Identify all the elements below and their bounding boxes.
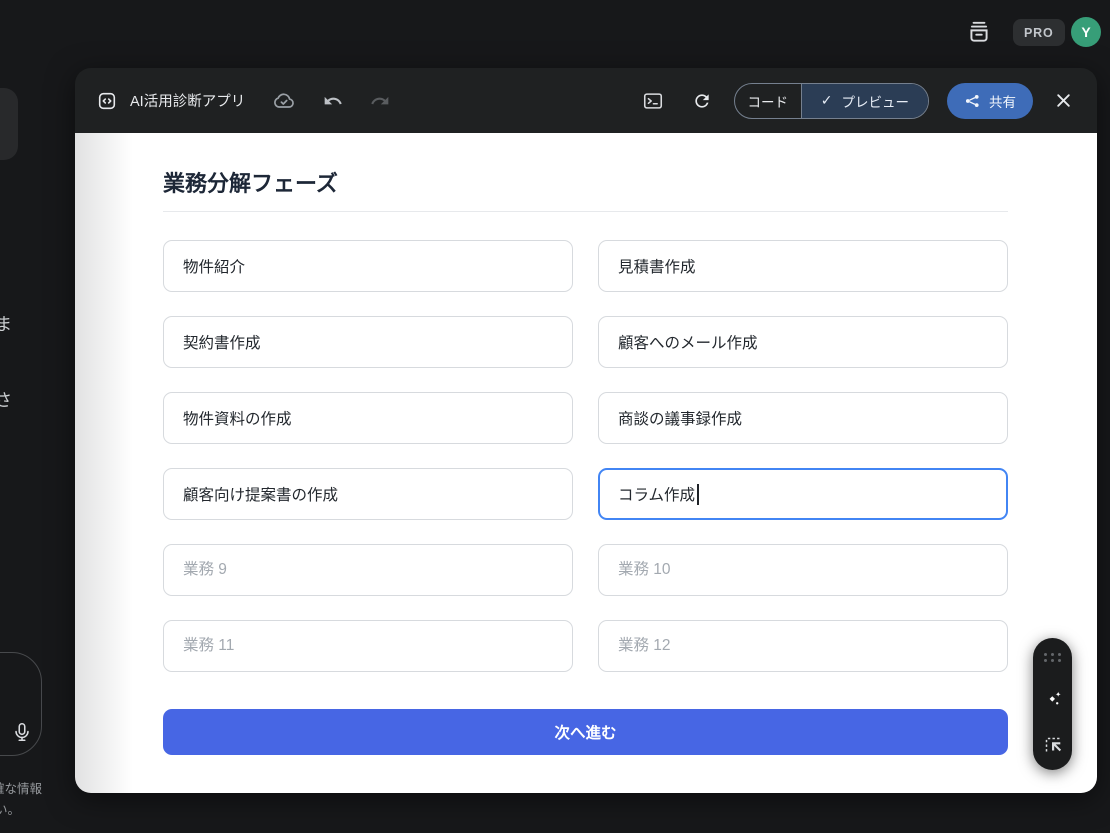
- task-fields-grid: コラム作成: [163, 240, 1008, 672]
- task-input-5[interactable]: [163, 392, 573, 444]
- share-nodes-icon: [965, 94, 979, 107]
- check-icon: ✓: [820, 92, 833, 108]
- undo-icon[interactable]: [323, 91, 343, 111]
- drag-handle-icon[interactable]: [1043, 653, 1062, 662]
- task-input-2[interactable]: [598, 240, 1008, 292]
- archive-icon[interactable]: [962, 15, 996, 49]
- select-element-icon[interactable]: [1043, 735, 1063, 755]
- canvas-panel: AI活用診断アプリ コード ✓ プレビュー 共有 業務分解フェーズ 物件紹介 見…: [75, 68, 1097, 793]
- task-input-9[interactable]: [163, 544, 573, 596]
- cloud-done-icon[interactable]: [272, 89, 296, 113]
- app-window: ま さ 確な情報 い。 PRO Y: [0, 0, 1110, 833]
- task-input-7[interactable]: [163, 468, 573, 520]
- task-input-10[interactable]: [598, 544, 1008, 596]
- share-button-label: 共有: [989, 94, 1016, 110]
- task-input-11[interactable]: [163, 620, 573, 672]
- close-icon[interactable]: [1049, 87, 1077, 115]
- console-icon[interactable]: [642, 90, 664, 112]
- chat-text-fragment: ま: [0, 315, 12, 334]
- refresh-icon[interactable]: [692, 91, 712, 111]
- disclaimer-text-fragment: 確な情報: [0, 782, 43, 796]
- task-input-3[interactable]: [163, 316, 573, 368]
- task-input-6[interactable]: [598, 392, 1008, 444]
- next-step-button[interactable]: 次へ進む: [163, 709, 1008, 755]
- microphone-icon[interactable]: [8, 718, 36, 746]
- redo-icon[interactable]: [370, 91, 390, 111]
- pro-badge: PRO: [1013, 19, 1065, 46]
- task-breakdown-form: 業務分解フェーズ コラム作成 次へ進む: [163, 133, 1008, 755]
- chat-text-fragment: さ: [0, 391, 12, 410]
- canvas-title: AI活用診断アプリ: [130, 94, 246, 110]
- tab-code[interactable]: コード: [735, 83, 802, 118]
- canvas-preview-area: 業務分解フェーズ コラム作成 次へ進む: [75, 133, 1097, 793]
- divider: [163, 211, 1008, 212]
- avatar[interactable]: Y: [1071, 17, 1101, 47]
- tab-preview-label: プレビュー: [841, 94, 910, 110]
- left-edge-shadow: [75, 133, 133, 793]
- task-input-8[interactable]: コラム作成: [598, 468, 1008, 520]
- canvas-header: AI活用診断アプリ コード ✓ プレビュー 共有: [75, 68, 1097, 133]
- page-title: 業務分解フェーズ: [163, 171, 338, 196]
- task-input-1[interactable]: [163, 240, 573, 292]
- task-input-4[interactable]: [598, 316, 1008, 368]
- task-input-12[interactable]: [598, 620, 1008, 672]
- ai-edit-sparkle-icon[interactable]: [1042, 688, 1064, 710]
- disclaimer-text-fragment: い。: [0, 803, 21, 817]
- text-caret: [697, 483, 699, 505]
- canvas-tools-pill: [1033, 638, 1072, 770]
- tab-preview[interactable]: ✓ プレビュー: [801, 83, 928, 118]
- sidebar-item-fragment: [0, 88, 18, 160]
- code-preview-toggle: コード ✓ プレビュー: [733, 82, 929, 119]
- task-input-value: コラム作成: [618, 487, 696, 504]
- code-canvas-icon: [97, 91, 117, 111]
- share-button[interactable]: 共有: [947, 82, 1033, 119]
